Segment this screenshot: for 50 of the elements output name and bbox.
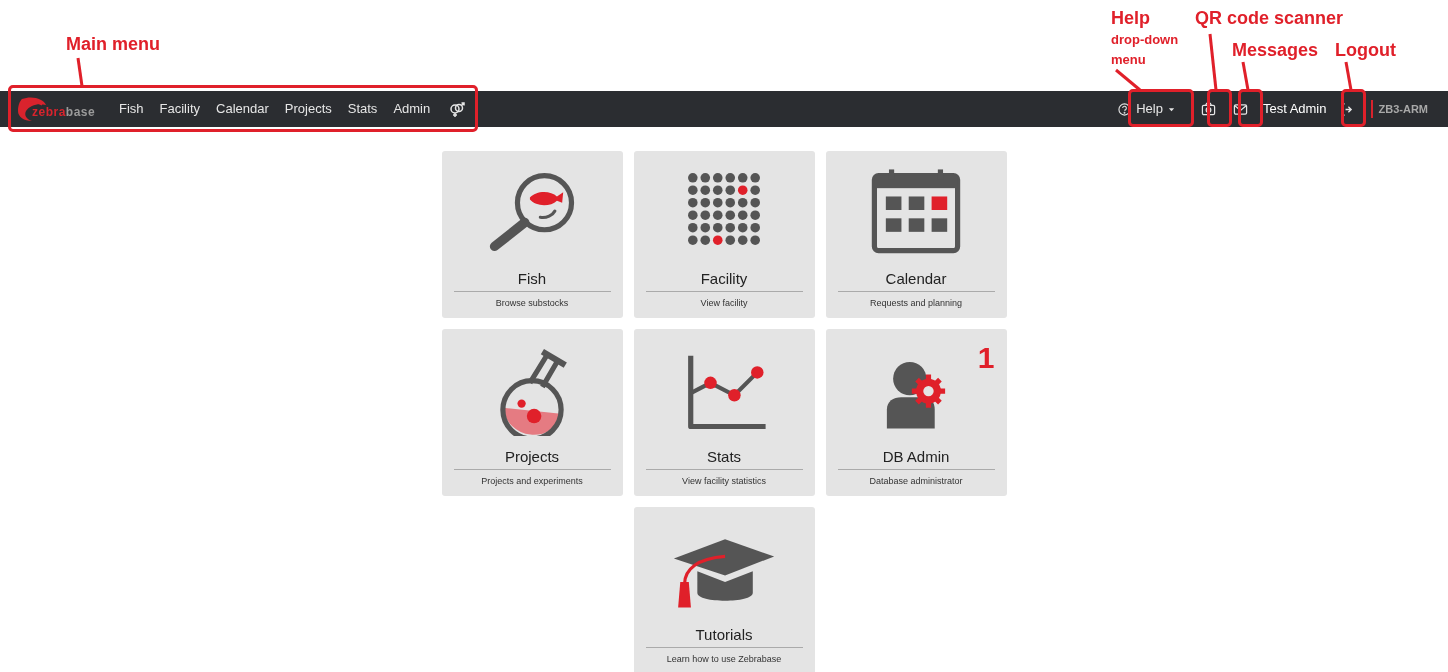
menu-card[interactable]: Facility View facility [633,151,815,318]
card-subtitle: Browse substocks [495,297,569,310]
card-title: Stats [706,447,742,467]
menu-link[interactable]: Calendar [208,99,277,119]
notification-count: 1 [977,341,995,375]
annotation-label: Logout [1335,39,1396,62]
card-subtitle: Projects and experiments [481,475,583,488]
annotation-note: drop-down menu [1111,31,1180,69]
menu-link[interactable]: Stats [339,99,386,119]
card-title: DB Admin [882,447,950,467]
card-subtitle: View facility statistics [682,475,766,488]
menu-card[interactable]: Fish Browse substocks [441,151,623,318]
menu-card[interactable]: Calendar Requests and planning [825,151,1007,318]
menu-link[interactable]: Facility [151,99,208,119]
card-subtitle: View facility [700,297,748,310]
leader-line [76,57,84,87]
caret-icon [1167,105,1175,113]
card-title: Fish [517,269,547,289]
help-dropdown-button[interactable]: Help [1112,95,1181,123]
highlight-frame [1207,89,1232,127]
gender-symbols-icon[interactable] [448,100,467,118]
card-title: Tutorials [695,625,753,645]
leader-line [1241,61,1250,91]
card-subtitle: Database administrator [869,475,963,488]
menu-card[interactable]: DB Admin Database administrator 1 [825,329,1007,496]
card-title: Calendar [885,269,947,289]
leader-line [1344,61,1353,91]
annotation-label: Main menu [66,33,160,56]
card-subtitle: Requests and planning [869,297,963,310]
card-title: Projects [504,447,560,467]
menu-card[interactable]: Tutorials Learn how to use Zebrabase [633,507,815,672]
divider-mark [1370,100,1373,118]
zebrabase-logo[interactable]: zebrabase [20,95,96,123]
card-subtitle: Learn how to use Zebrabase [666,653,782,666]
menu-link[interactable]: Admin [385,99,439,119]
annotation-label: Help [1111,7,1150,30]
menu-link[interactable]: Fish [111,99,152,119]
user-name[interactable]: Test Admin [1262,99,1327,119]
highlight-frame [1128,89,1194,127]
instance-label: ZB3-ARM [1378,101,1428,117]
annotation-label: QR code scanner [1195,7,1344,30]
menu-card[interactable]: Projects Projects and experiments [441,329,623,496]
card-title: Facility [700,269,748,289]
leader-line [1115,68,1141,92]
highlight-frame [1341,89,1366,127]
menu-link[interactable]: Projects [276,99,340,119]
annotation-label: Messages [1232,39,1319,62]
highlight-frame [1238,89,1263,127]
menu-card[interactable]: Stats View facility statistics [633,329,815,496]
leader-line [1208,33,1218,91]
